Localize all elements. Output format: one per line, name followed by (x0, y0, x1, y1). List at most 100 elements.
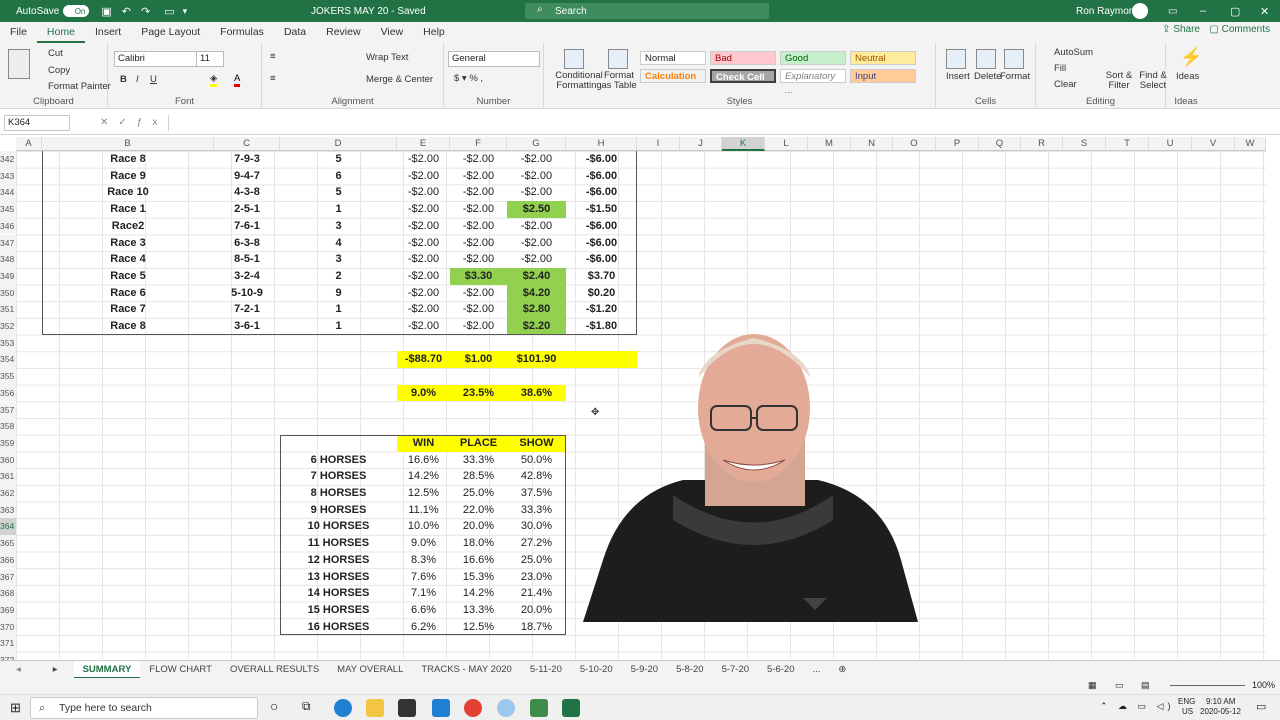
align-top-icon[interactable]: ≡ (270, 51, 276, 62)
row-header-347[interactable]: 347 (0, 234, 16, 252)
format-painter-button[interactable]: Format Painter (48, 81, 111, 92)
format-as-table-icon[interactable] (608, 49, 628, 69)
pct-show-cell[interactable]: 38.6% (507, 384, 566, 402)
column-header-k[interactable]: K (722, 137, 765, 151)
style-bad[interactable]: Bad (710, 51, 776, 65)
row-header-361[interactable]: 361 (0, 468, 16, 485)
style-check-cell[interactable]: Check Cell (710, 69, 776, 83)
copy-button[interactable]: Copy (48, 65, 70, 76)
autosum-button[interactable]: AutoSum (1054, 47, 1093, 58)
sheet-tab-4[interactable]: TRACKS - MAY 2020 (412, 661, 520, 679)
style-calculation[interactable]: Calculation (640, 69, 706, 83)
excel-icon[interactable] (562, 699, 580, 717)
style-normal[interactable]: Normal (640, 51, 706, 65)
column-header-o[interactable]: O (893, 137, 936, 151)
app-icon[interactable] (497, 699, 515, 717)
column-header-f[interactable]: F (450, 137, 507, 151)
column-header-u[interactable]: U (1149, 137, 1192, 151)
notifications-icon[interactable]: ▭ (1256, 700, 1266, 713)
italic-button[interactable]: I (136, 74, 139, 85)
row-header-352[interactable]: 352 (0, 318, 16, 335)
tab-scroll-prev-icon[interactable]: ◂ (0, 661, 37, 679)
column-header-r[interactable]: R (1021, 137, 1063, 151)
row-header-343[interactable]: 343 (0, 167, 16, 185)
tab-formulas[interactable]: Formulas (210, 22, 274, 43)
row-header-349[interactable]: 349 (0, 267, 16, 285)
file-explorer-icon[interactable] (366, 699, 384, 717)
total-win-cell[interactable]: -$88.70 (397, 351, 450, 369)
open-icon[interactable]: ▭ (164, 5, 174, 18)
cortana-icon[interactable]: ○ (270, 698, 278, 714)
redo-icon[interactable]: ↷ (141, 5, 150, 18)
tab-file[interactable]: File (0, 22, 37, 43)
row-header-346[interactable]: 346 (0, 217, 16, 235)
mail-icon[interactable] (432, 699, 450, 717)
column-header-l[interactable]: L (765, 137, 808, 151)
name-box[interactable]: K364 (4, 115, 70, 131)
format-cells-icon[interactable] (1004, 49, 1024, 69)
row-header-363[interactable]: 363 (0, 501, 16, 519)
style-input[interactable]: Input (850, 69, 916, 83)
row-header-358[interactable]: 358 (0, 418, 16, 435)
page-break-icon[interactable]: ▤ (1141, 680, 1150, 691)
column-header-n[interactable]: N (851, 137, 893, 151)
format-as-table-button[interactable]: Format as Table (600, 71, 638, 91)
row-header-359[interactable]: 359 (0, 434, 16, 452)
font-name-select[interactable]: Calibri (114, 51, 200, 67)
column-header-b[interactable]: B (42, 137, 214, 151)
row-header-351[interactable]: 351 (0, 301, 16, 318)
comments-button[interactable]: ▢ Comments (1209, 24, 1270, 35)
style-good[interactable]: Good (780, 51, 846, 65)
share-button[interactable]: ⇪ Share (1162, 24, 1200, 35)
sort-filter-button[interactable]: Sort & Filter (1104, 71, 1134, 91)
ideas-icon[interactable]: ⚡ (1180, 47, 1202, 68)
font-color-icon[interactable]: A (234, 73, 241, 87)
column-header-s[interactable]: S (1063, 137, 1106, 151)
row-header-366[interactable]: 366 (0, 551, 16, 569)
tab-home[interactable]: Home (36, 22, 85, 43)
sheet-tab-3[interactable]: MAY OVERALL (328, 661, 412, 679)
column-header-h[interactable]: H (566, 137, 637, 151)
sheet-tab-2[interactable]: OVERALL RESULTS (221, 661, 328, 679)
row-header-344[interactable]: 344 (0, 184, 16, 202)
tab-view[interactable]: View (371, 22, 414, 43)
column-header-j[interactable]: J (680, 137, 722, 151)
sheet-tab-0[interactable]: SUMMARY (73, 660, 141, 679)
column-header-m[interactable]: M (808, 137, 851, 151)
store-icon[interactable] (398, 699, 416, 717)
ideas-button[interactable]: Ideas (1176, 71, 1199, 82)
column-header-d[interactable]: D (280, 137, 397, 151)
search-box[interactable]: ⌕ Search (525, 3, 769, 19)
formula-input[interactable] (168, 115, 1268, 131)
row-header-357[interactable]: 357 (0, 401, 16, 419)
clear-button[interactable]: Clear (1054, 79, 1077, 90)
normal-view-icon[interactable]: ▦ (1088, 680, 1097, 691)
sheet-tab-10[interactable]: 5-6-20 (758, 661, 803, 679)
insert-cells-button[interactable]: Insert (946, 71, 970, 82)
column-header-i[interactable]: I (637, 137, 680, 151)
sheet-tab-11[interactable]: ... (804, 661, 830, 679)
undo-icon[interactable]: ↶ (122, 5, 131, 18)
row-header-367[interactable]: 367 (0, 568, 16, 586)
column-header-w[interactable]: W (1235, 137, 1266, 151)
tab-help[interactable]: Help (413, 22, 455, 43)
pct-place-cell[interactable]: 23.5% (450, 384, 507, 402)
row-header-355[interactable]: 355 (0, 368, 16, 385)
style-neutral[interactable]: Neutral (850, 51, 916, 65)
wrap-text-button[interactable]: Wrap Text (366, 52, 408, 63)
row-header-362[interactable]: 362 (0, 485, 16, 502)
font-size-select[interactable]: 11 (196, 51, 224, 67)
row-header-371[interactable]: 371 (0, 635, 16, 652)
close-icon[interactable]: ✕ (1260, 5, 1269, 18)
row-header-368[interactable]: 368 (0, 585, 16, 602)
currency-icon[interactable]: $ ▾ % , (454, 73, 483, 84)
sheet-tab-1[interactable]: FLOW CHART (140, 661, 221, 679)
pct-win-cell[interactable]: 9.0% (397, 384, 450, 402)
windows-start-icon[interactable]: ⊞ (10, 700, 21, 716)
delete-cells-button[interactable]: Delete (974, 71, 1001, 82)
input-lang[interactable]: ENG (1178, 697, 1195, 706)
fill-button[interactable]: Fill (1054, 63, 1066, 74)
column-header-t[interactable]: T (1106, 137, 1149, 151)
row-header-364[interactable]: 364 (0, 518, 16, 536)
column-header-v[interactable]: V (1192, 137, 1235, 151)
